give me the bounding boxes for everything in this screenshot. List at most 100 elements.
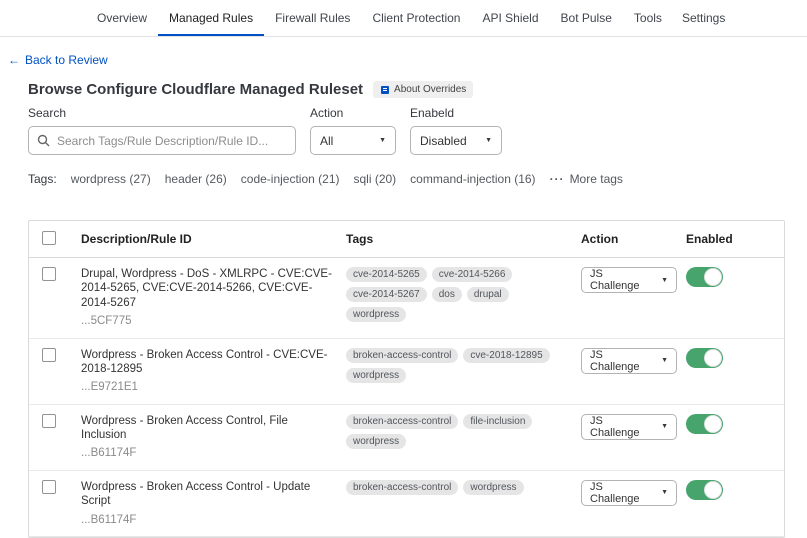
row-checkbox-cell — [29, 267, 81, 284]
rule-id: ...B61174F — [81, 513, 334, 527]
column-header-enabled: Enabled — [686, 232, 786, 246]
column-header-description: Description/Rule ID — [81, 232, 346, 246]
header-checkbox-cell — [29, 231, 81, 248]
row-checkbox[interactable] — [42, 348, 56, 362]
about-overrides-label: About Overrides — [394, 84, 466, 95]
rule-tag: wordpress — [346, 307, 406, 322]
rule-tag: wordpress — [463, 480, 523, 495]
rule-description: Wordpress - Broken Access Control - Upda… — [81, 480, 334, 509]
top-navigation: OverviewManaged RulesFirewall RulesClien… — [0, 0, 807, 37]
search-filter-group: Search — [28, 106, 296, 155]
chevron-down-icon: ▼ — [379, 137, 386, 144]
table-row: Drupal, Wordpress - DoS - XMLRPC - CVE:C… — [29, 258, 784, 339]
ellipsis-icon: ··· — [550, 172, 565, 186]
tab-tools[interactable]: Tools — [623, 0, 673, 36]
toggle-knob — [704, 415, 722, 433]
search-input[interactable] — [28, 126, 296, 155]
row-tags-cell: broken-access-control wordpress — [346, 480, 581, 495]
row-enabled-cell — [686, 267, 786, 290]
action-filter-label: Action — [310, 106, 396, 120]
search-label: Search — [28, 106, 296, 120]
row-action-value: JS Challenge — [590, 349, 653, 373]
row-enabled-cell — [686, 348, 786, 371]
rule-tag: wordpress — [346, 368, 406, 383]
row-action-select[interactable]: JS Challenge▼ — [581, 267, 677, 293]
tab-overview[interactable]: Overview — [86, 0, 158, 36]
page-title: Browse Configure Cloudflare Managed Rule… — [28, 81, 363, 98]
tab-api-shield[interactable]: API Shield — [471, 0, 549, 36]
book-icon — [380, 85, 390, 95]
row-description-cell: Drupal, Wordpress - DoS - XMLRPC - CVE:C… — [81, 267, 346, 329]
action-filter-group: Action All ▼ — [310, 106, 396, 155]
rule-tag: drupal — [467, 287, 509, 302]
row-checkbox[interactable] — [42, 414, 56, 428]
rule-tag: broken-access-control — [346, 348, 458, 363]
chevron-down-icon: ▼ — [661, 277, 668, 284]
row-action-cell: JS Challenge▼ — [581, 480, 686, 506]
rule-description: Drupal, Wordpress - DoS - XMLRPC - CVE:C… — [81, 267, 334, 310]
row-enabled-cell — [686, 480, 786, 503]
select-all-checkbox[interactable] — [42, 231, 56, 245]
action-filter-select[interactable]: All ▼ — [310, 126, 396, 155]
enabled-filter-select[interactable]: Disabled ▼ — [410, 126, 502, 155]
tag-filter[interactable]: wordpress (27) — [71, 172, 151, 186]
toggle-knob — [704, 349, 722, 367]
rule-tag: broken-access-control — [346, 414, 458, 429]
tab-firewall-rules[interactable]: Firewall Rules — [264, 0, 361, 36]
chevron-down-icon: ▼ — [661, 489, 668, 496]
row-description-cell: Wordpress - Broken Access Control - CVE:… — [81, 348, 346, 395]
tag-filter[interactable]: command-injection (16) — [410, 172, 535, 186]
column-header-tags: Tags — [346, 232, 581, 246]
tag-filter[interactable]: sqli (20) — [353, 172, 396, 186]
row-action-select[interactable]: JS Challenge▼ — [581, 414, 677, 440]
enabled-toggle[interactable] — [686, 414, 723, 434]
search-icon — [37, 134, 50, 147]
toggle-knob — [704, 481, 722, 499]
tab-client-protection[interactable]: Client Protection — [361, 0, 471, 36]
tab-settings[interactable]: Settings — [672, 0, 735, 36]
row-action-value: JS Challenge — [590, 415, 653, 439]
row-checkbox-cell — [29, 414, 81, 431]
row-tags-cell: broken-access-control cve-2018-12895 wordp… — [346, 348, 581, 383]
table-row: Wordpress - Broken Access Control - Upda… — [29, 471, 784, 537]
back-to-review-link[interactable]: ← Back to Review — [8, 53, 108, 67]
back-link-label: Back to Review — [25, 53, 108, 67]
row-checkbox[interactable] — [42, 267, 56, 281]
rule-tag: broken-access-control — [346, 480, 458, 495]
rule-tag: cve-2014-5266 — [432, 267, 513, 282]
rule-id: ...B61174F — [81, 446, 334, 460]
enabled-filter-value: Disabled — [420, 134, 467, 148]
search-box — [28, 126, 296, 155]
chevron-down-icon: ▼ — [661, 357, 668, 364]
row-action-select[interactable]: JS Challenge▼ — [581, 480, 677, 506]
row-action-select[interactable]: JS Challenge ▼ — [581, 348, 677, 374]
row-description-cell: Wordpress - Broken Access Control, File … — [81, 414, 346, 461]
enabled-toggle[interactable] — [686, 267, 723, 287]
filters: Search Action All ▼ Enabeld Disabled ▼ — [28, 106, 807, 155]
rule-tag: cve-2014-5265 — [346, 267, 427, 282]
row-tags-cell: broken-access-controlfile-inclusionwordp… — [346, 414, 581, 449]
table-body: Drupal, Wordpress - DoS - XMLRPC - CVE:C… — [29, 258, 784, 537]
tag-filter[interactable]: code-injection (21) — [241, 172, 340, 186]
toggle-knob — [704, 268, 722, 286]
rules-table: Description/Rule ID Tags Action Enabled … — [28, 220, 785, 538]
tab-managed-rules[interactable]: Managed Rules — [158, 0, 264, 36]
table-header-row: Description/Rule ID Tags Action Enabled — [29, 221, 784, 258]
enabled-toggle[interactable] — [686, 480, 723, 500]
tab-bot-pulse[interactable]: Bot Pulse — [550, 0, 623, 36]
enabled-filter-group: Enabeld Disabled ▼ — [410, 106, 502, 155]
tag-filter[interactable]: header (26) — [165, 172, 227, 186]
more-tags-button[interactable]: ··· More tags — [550, 172, 623, 186]
rule-tag: cve-2018-12895 — [463, 348, 549, 363]
table-row: Wordpress - Broken Access Control, File … — [29, 405, 784, 471]
rule-id: ...E9721E1 — [81, 380, 334, 394]
row-tags-cell: cve-2014-5265 cve-2014-5266 cve-2014-5267 d… — [346, 267, 581, 322]
column-header-action: Action — [581, 232, 686, 246]
rule-description: Wordpress - Broken Access Control - CVE:… — [81, 348, 334, 377]
row-enabled-cell — [686, 414, 786, 437]
row-action-cell: JS Challenge▼ — [581, 414, 686, 440]
row-checkbox[interactable] — [42, 480, 56, 494]
rule-tag: cve-2014-5267 — [346, 287, 427, 302]
enabled-toggle[interactable] — [686, 348, 723, 368]
about-overrides-badge[interactable]: About Overrides — [373, 81, 473, 98]
